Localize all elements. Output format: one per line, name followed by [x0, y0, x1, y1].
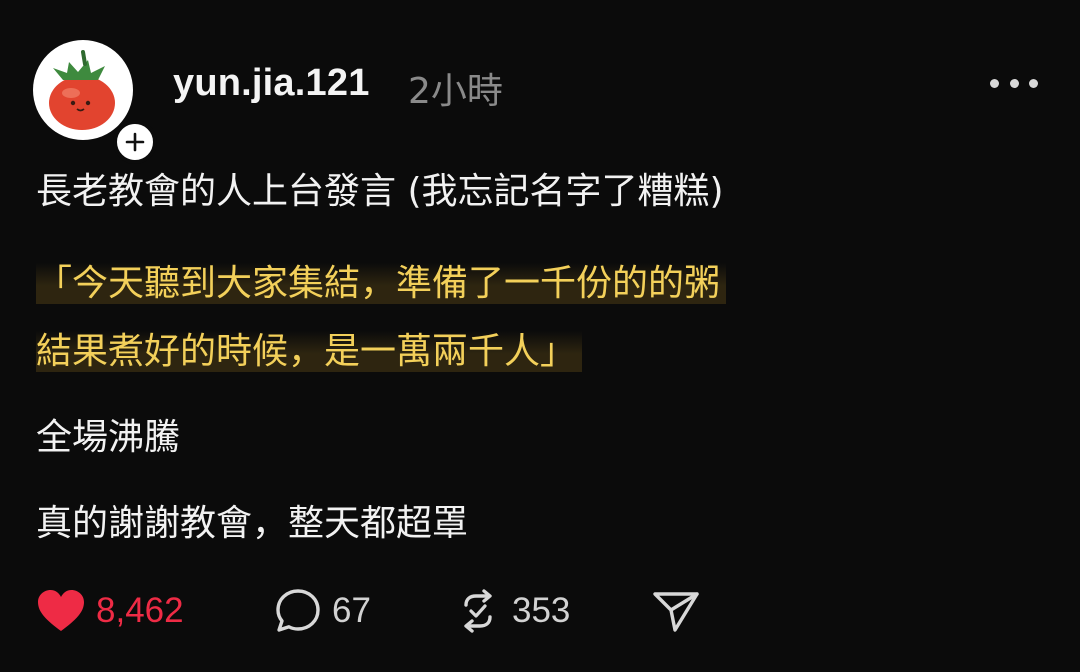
comment-bubble-icon: [276, 589, 320, 632]
heart-icon: [38, 590, 84, 631]
more-options-icon-dot: [1029, 78, 1038, 88]
post-text-line-highlighted: 「今天聽到大家集結，準備了一千份的的粥: [36, 262, 727, 306]
send-icon: [653, 592, 699, 632]
like-count: 8,462: [96, 591, 184, 630]
more-options-icon: [990, 78, 999, 88]
repost-count: 353: [512, 591, 571, 630]
plus-icon: [125, 132, 145, 152]
post-text-line: 長老教會的人上台發言 (我忘記名字了糟糕): [36, 171, 724, 212]
post-text-line: 全場沸騰: [36, 417, 181, 458]
action-bar: 8,462 67 353: [36, 585, 736, 637]
reply-count: 67: [332, 591, 371, 630]
like-button[interactable]: 8,462: [36, 585, 184, 637]
repost-button[interactable]: 353: [454, 585, 570, 637]
more-options-icon-dot: [1009, 78, 1019, 88]
reply-button[interactable]: 67: [274, 585, 371, 637]
username[interactable]: yun.jia.121: [173, 62, 370, 105]
post-timestamp: 2小時: [408, 71, 503, 112]
tomato-avatar-icon: [33, 40, 133, 140]
follow-button[interactable]: [113, 120, 157, 164]
highlighted-quote: 結果煮好的時候，是一萬兩千人」: [36, 331, 583, 372]
highlighted-quote: 「今天聽到大家集結，準備了一千份的的粥: [36, 263, 727, 304]
more-options-button[interactable]: [990, 70, 1038, 96]
post-text-line: 真的謝謝教會，整天都超罩: [36, 503, 469, 544]
repost-icon: [464, 589, 492, 633]
post-text-line-highlighted: 結果煮好的時候，是一萬兩千人」: [36, 330, 583, 374]
share-button[interactable]: [651, 585, 701, 637]
avatar[interactable]: [33, 40, 157, 164]
